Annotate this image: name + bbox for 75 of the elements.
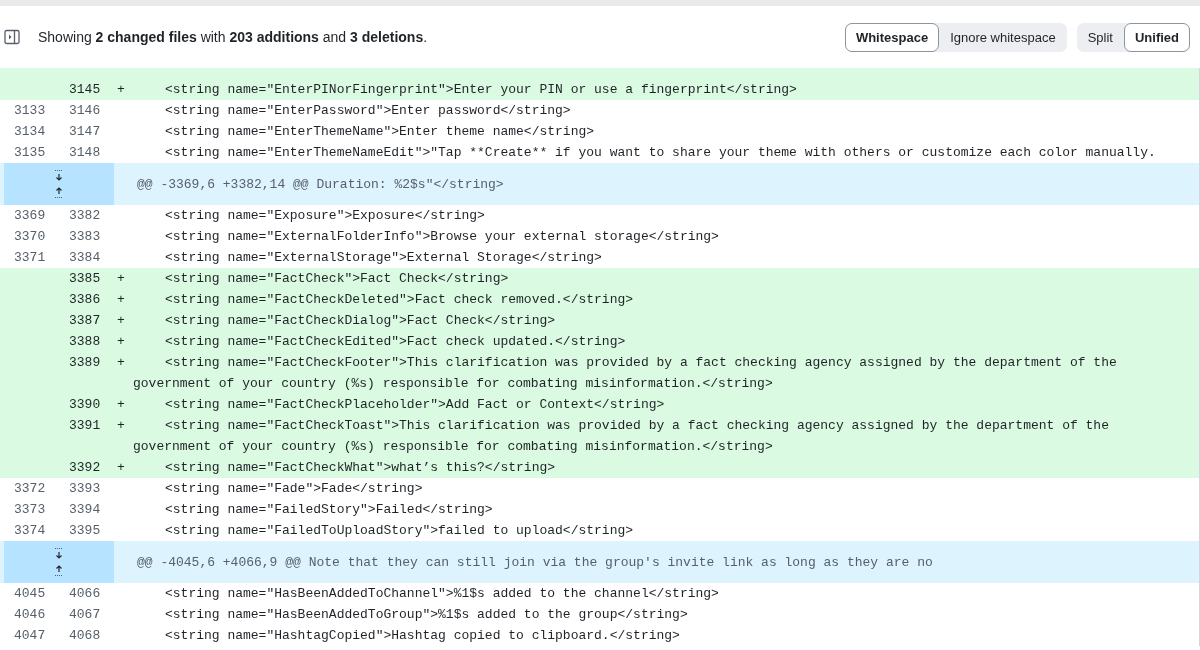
line-number: 3133 bbox=[14, 103, 46, 118]
line-number: 3393 bbox=[69, 481, 101, 496]
toggle-option[interactable]: Unified bbox=[1123, 22, 1190, 52]
line-number: 3391 bbox=[69, 418, 101, 433]
line-number: 3388 bbox=[69, 334, 101, 349]
code-line: <string name="FactCheckWhat">what’s this?</string> bbox=[164, 459, 557, 477]
diff-marker: + bbox=[117, 397, 125, 412]
code-line: <string name="FactCheckDeleted">Fact check removed.</string> bbox=[164, 291, 635, 309]
expand-icon bbox=[54, 547, 64, 577]
line-number: 3146 bbox=[69, 103, 101, 118]
line-number: 4046 bbox=[14, 607, 46, 622]
toggle-option[interactable]: Whitespace bbox=[844, 22, 940, 52]
expand-button[interactable] bbox=[4, 163, 114, 205]
code-line: <string name="HashtagCopied">Hashtag copied to clipboard.</string> bbox=[164, 627, 681, 645]
code-line: <string name="HasBeenAddedToChannel">%1$s added to the channel</string> bbox=[164, 585, 720, 603]
code-line: <string name="HasBeenAddedToGroup">%1$s added to the group</string> bbox=[164, 606, 689, 624]
line-number: 3147 bbox=[69, 124, 101, 139]
code-line: <string name="EnterPINorFingerprint">Enter your PIN or use a fingerprint</string> bbox=[164, 81, 798, 99]
diff-summary: Showing 2 changed files with 203 additions and 3 deletions. bbox=[38, 29, 429, 45]
code-line: <string name="Fade">Fade</string> bbox=[164, 480, 424, 498]
code-line: <string name="FactCheckToast">This clarification was provided by a fact checking agency assigned by the department of the government of your country (%s) responsible for combating misinformation.</string> bbox=[133, 417, 1110, 456]
code-line: <string name="FactCheck">Fact Check</string> bbox=[164, 270, 510, 288]
code-line: <string name="FactCheckFooter">This clarification was provided by a fact checking agency assigned by the department of the government of your country (%s) responsible for combating misinformation.</string> bbox=[133, 354, 1118, 393]
line-number: 3148 bbox=[69, 145, 101, 160]
line-number: 3134 bbox=[14, 124, 46, 139]
line-number: 3383 bbox=[69, 229, 101, 244]
diff-marker: + bbox=[117, 418, 125, 433]
line-number: 4047 bbox=[14, 628, 46, 643]
toggle-option[interactable]: Split bbox=[1076, 22, 1124, 52]
line-number: 3370 bbox=[14, 229, 46, 244]
diff-marker: + bbox=[117, 313, 125, 328]
code-line: <string name="FailedToUploadStory">failed to upload</string> bbox=[164, 522, 635, 540]
line-number: 3369 bbox=[14, 208, 46, 223]
expand-button[interactable] bbox=[4, 541, 114, 583]
code-line: <string name="EnterThemeNameEdit">"Tap **Create** if you want to share your theme with others or customize each color manually. bbox=[164, 144, 1157, 162]
code-line: <string name="FailedStory">Failed</string> bbox=[164, 501, 494, 519]
diff-marker: + bbox=[117, 334, 125, 349]
line-number: 3386 bbox=[69, 292, 101, 307]
code-line: <string name="Exposure">Exposure</string> bbox=[164, 207, 486, 225]
line-number: 4066 bbox=[69, 586, 101, 601]
line-number: 4068 bbox=[69, 628, 101, 643]
line-number: 4067 bbox=[69, 607, 101, 622]
diff-marker: + bbox=[117, 82, 125, 97]
code-line: <string name="EnterPassword">Enter password</string> bbox=[164, 102, 572, 120]
line-number: 3389 bbox=[69, 355, 101, 370]
line-number: 3395 bbox=[69, 523, 101, 538]
code-line: <string name="EnterThemeName">Enter theme name</string> bbox=[164, 123, 596, 141]
hunk-text: @@ -4045,6 +4066,9 @@ Note that they can still join via the group's invite link as long as they are no bbox=[136, 554, 933, 570]
code-line: <string name="FactCheckDialog">Fact Check</string> bbox=[164, 312, 557, 330]
line-number: 3145 bbox=[69, 82, 101, 97]
code-line: <string name="FactCheckPlaceholder">Add Fact or Context</string> bbox=[164, 396, 666, 414]
expand-icon bbox=[54, 169, 64, 199]
line-number: 3392 bbox=[69, 460, 101, 475]
toggle-option[interactable]: Ignore whitespace bbox=[939, 22, 1067, 52]
line-number: 3382 bbox=[69, 208, 101, 223]
line-number: 3372 bbox=[14, 481, 46, 496]
line-number: 3373 bbox=[14, 502, 46, 517]
line-number: 3394 bbox=[69, 502, 101, 517]
line-number: 4045 bbox=[14, 586, 46, 601]
line-number: 3387 bbox=[69, 313, 101, 328]
diff-marker: + bbox=[117, 292, 125, 307]
code-line: <string name="ExternalStorage">External Storage</string> bbox=[164, 249, 603, 267]
diff-marker: + bbox=[117, 355, 125, 370]
diff-marker: + bbox=[117, 271, 125, 286]
line-number: 3384 bbox=[69, 250, 101, 265]
line-number: 3135 bbox=[14, 145, 46, 160]
code-line: <string name="ExternalFolderInfo">Browse your external storage</string> bbox=[164, 228, 720, 246]
diff-marker: + bbox=[117, 460, 125, 475]
line-number: 3374 bbox=[14, 523, 46, 538]
sidebar-toggle-icon[interactable] bbox=[4, 29, 20, 45]
line-number: 3371 bbox=[14, 250, 46, 265]
hunk-text: @@ -3369,6 +3382,14 @@ Duration: %2$s"</string> bbox=[136, 176, 504, 192]
code-line: <string name="FactCheckEdited">Fact check updated.</string> bbox=[164, 333, 627, 351]
line-number: 3390 bbox=[69, 397, 101, 412]
line-number: 3385 bbox=[69, 271, 101, 286]
